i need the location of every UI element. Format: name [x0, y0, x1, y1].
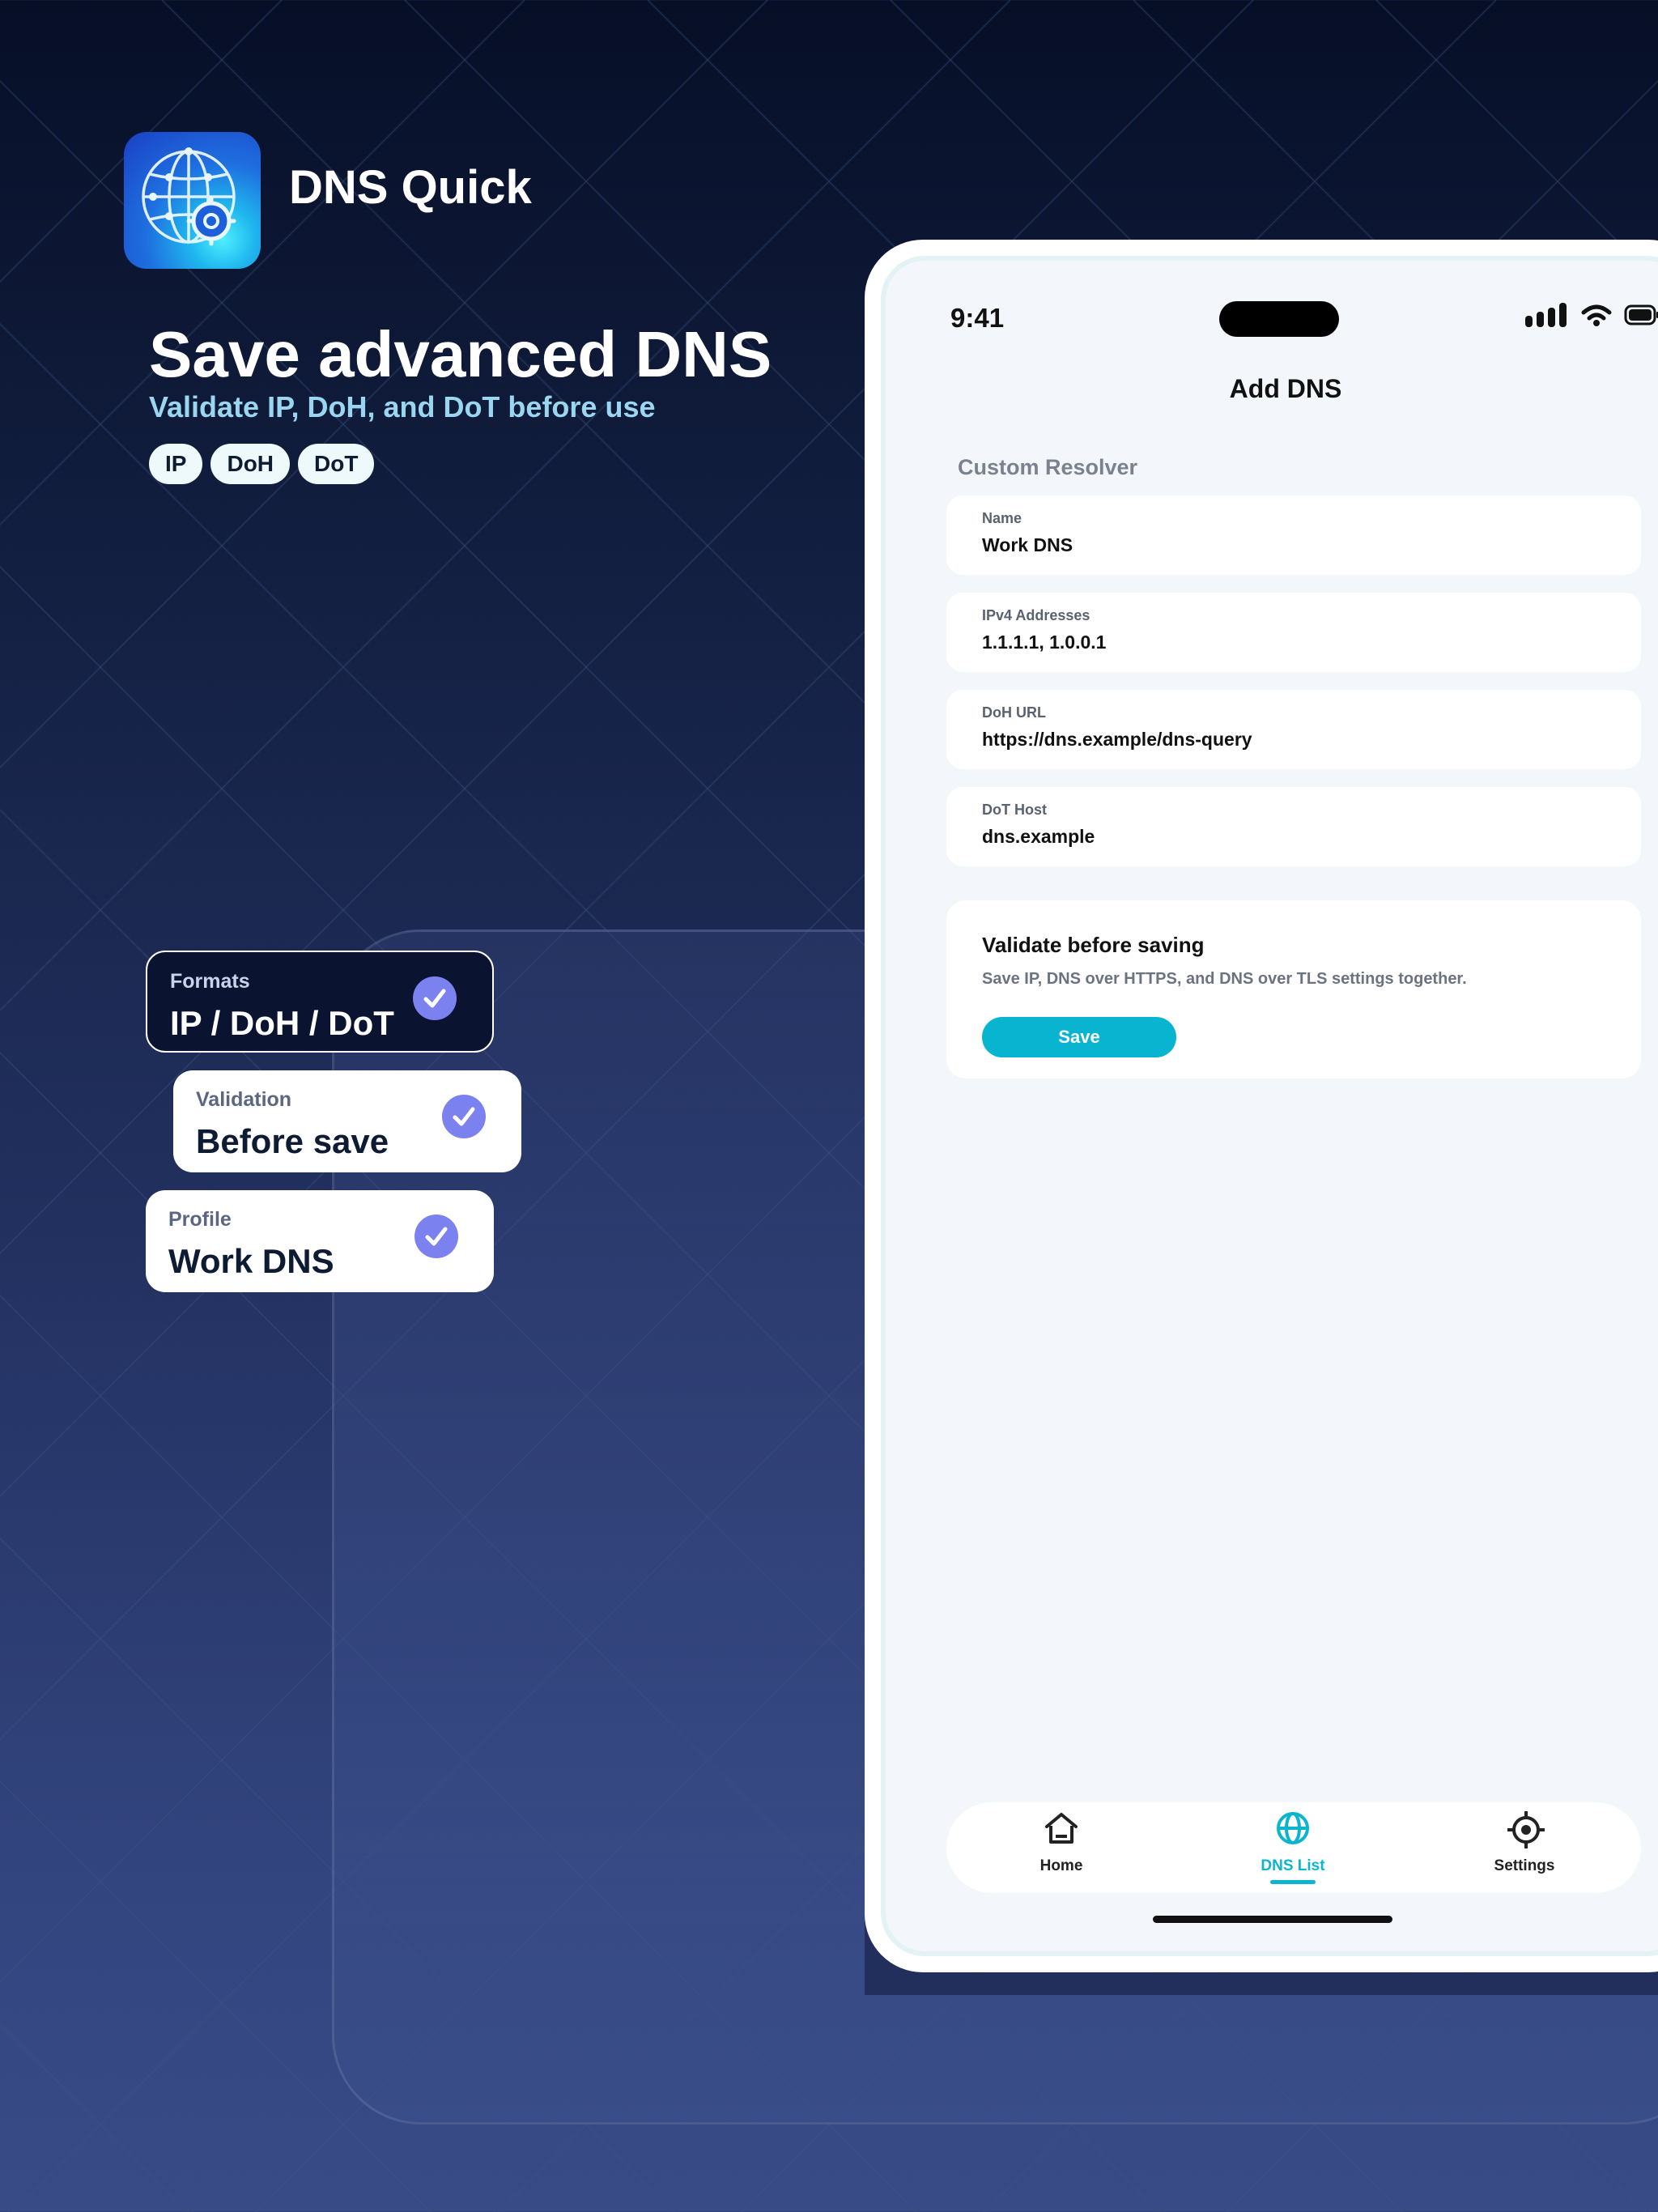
dot-host-field[interactable]: DoT Host dns.example [946, 787, 1641, 866]
doh-url-field[interactable]: DoH URL https://dns.example/dns-query [946, 690, 1641, 769]
field-value[interactable]: https://dns.example/dns-query [982, 729, 1252, 751]
check-icon [413, 976, 457, 1020]
chip-ip: IP [149, 444, 203, 484]
format-chips: IP DoH DoT [149, 444, 375, 484]
field-label: DoT Host [982, 802, 1047, 818]
field-label: DoH URL [982, 704, 1046, 721]
screen-title: Add DNS [1229, 374, 1342, 403]
field-value[interactable]: 1.1.1.1, 1.0.0.1 [982, 632, 1106, 653]
chip-doh: DoH [210, 444, 291, 484]
section-title: Custom Resolver [958, 455, 1138, 479]
feature-card-label: Formats [170, 970, 250, 993]
wifi-icon [1581, 304, 1612, 326]
feature-card-value: Work DNS [168, 1242, 334, 1280]
home-indicator [1153, 1916, 1392, 1923]
status-icons [1525, 303, 1658, 327]
globe-gear-icon [142, 147, 236, 246]
validate-card: Validate before saving Save IP, DNS over… [946, 900, 1641, 1078]
active-tab-indicator [1270, 1880, 1316, 1884]
check-icon [442, 1095, 486, 1138]
tab-bar: Home DNS List Settings [946, 1802, 1641, 1893]
tab-home[interactable]: Home [988, 1802, 1134, 1893]
feature-card-validation: Validation Before save [173, 1070, 521, 1172]
promo-headline: Save advanced DNS [149, 318, 772, 390]
field-value[interactable]: Work DNS [982, 534, 1073, 556]
dynamic-island [1219, 301, 1339, 337]
status-time: 9:41 [950, 303, 1005, 333]
feature-card-value: IP / DoH / DoT [170, 1004, 394, 1042]
app-icon [124, 132, 261, 269]
field-label: Name [982, 510, 1022, 526]
signal-icon [1525, 303, 1567, 327]
name-field[interactable]: Name Work DNS [946, 496, 1641, 575]
home-icon [1045, 1813, 1078, 1844]
feature-card-label: Validation [196, 1088, 292, 1111]
promo-subheadline: Validate IP, DoH, and DoT before use [149, 390, 656, 423]
field-label: IPv4 Addresses [982, 607, 1090, 623]
feature-card-formats: Formats IP / DoH / DoT [146, 951, 494, 1053]
tab-label: Home [1039, 1857, 1083, 1874]
tab-label: DNS List [1261, 1857, 1325, 1874]
crosshair-icon [1507, 1811, 1545, 1848]
check-icon [414, 1214, 458, 1258]
feature-card-value: Before save [196, 1122, 389, 1160]
tab-label: Settings [1494, 1857, 1555, 1874]
validate-description: Save IP, DNS over HTTPS, and DNS over TL… [982, 970, 1467, 988]
battery-icon [1624, 304, 1658, 325]
field-value[interactable]: dns.example [982, 826, 1095, 848]
globe-icon [1277, 1812, 1309, 1844]
validate-title: Validate before saving [982, 933, 1205, 957]
phone-frame: 9:41 Add DNS Custom Resolver Name Work D… [865, 240, 1658, 1972]
tab-settings[interactable]: Settings [1452, 1802, 1597, 1893]
app-name: DNS Quick [289, 161, 532, 214]
feature-card-profile: Profile Work DNS [146, 1190, 494, 1292]
phone-screen: 9:41 Add DNS Custom Resolver Name Work D… [881, 256, 1658, 1956]
chip-dot: DoT [298, 444, 375, 484]
tab-dns-list[interactable]: DNS List [1220, 1802, 1366, 1893]
feature-card-label: Profile [168, 1208, 232, 1231]
ipv4-field[interactable]: IPv4 Addresses 1.1.1.1, 1.0.0.1 [946, 593, 1641, 672]
save-button[interactable]: Save [982, 1017, 1176, 1057]
